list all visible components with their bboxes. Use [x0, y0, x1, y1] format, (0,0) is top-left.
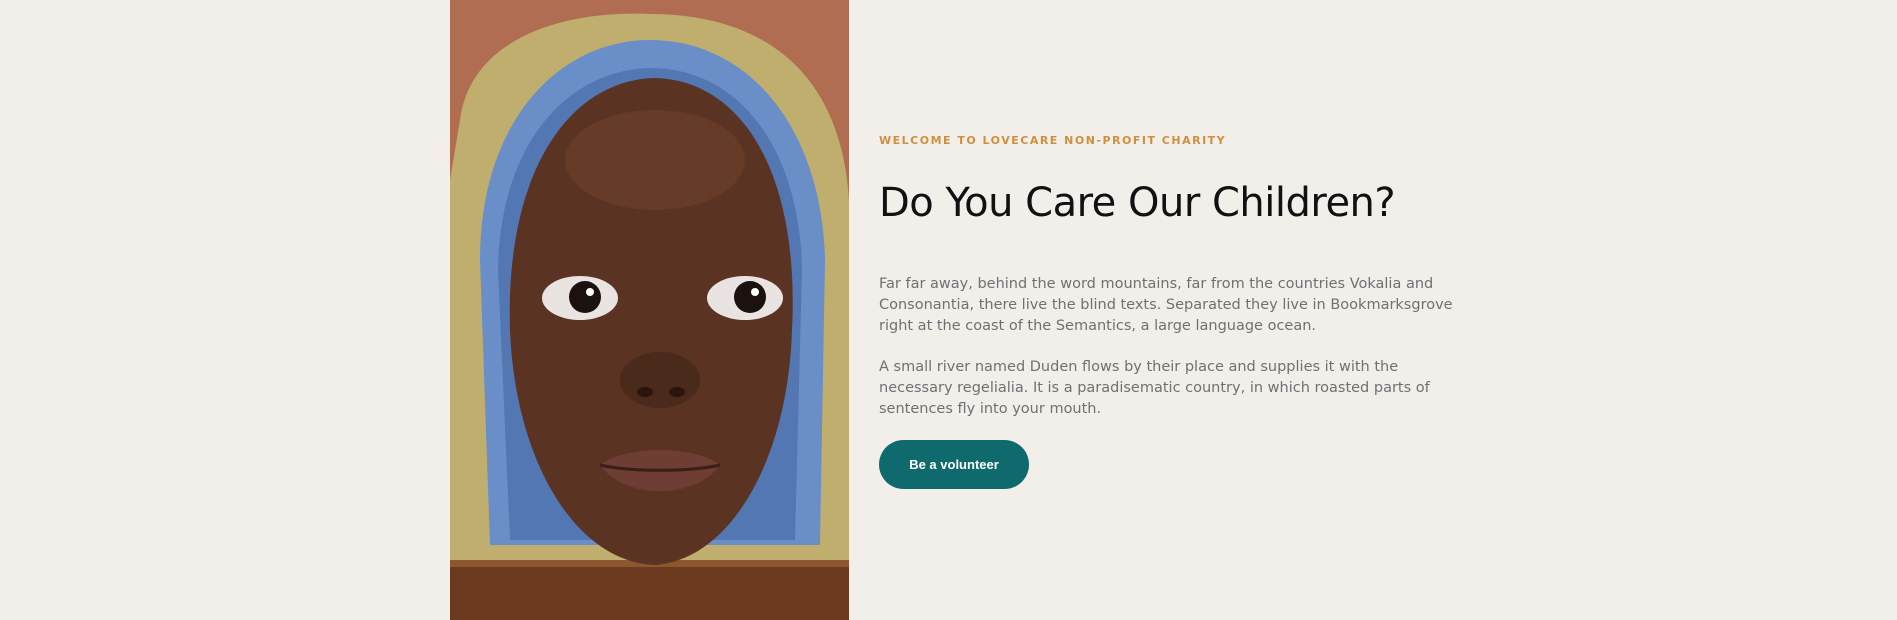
section-title: Do You Care Our Children? [879, 180, 1396, 226]
intro-paragraph: Far far away, behind the word mountains,… [879, 276, 1453, 334]
child-photo [450, 0, 849, 620]
volunteer-button[interactable]: Be a volunteer [879, 440, 1029, 489]
section-kicker: Welcome to Lovecare non-profit charity [879, 134, 1227, 147]
about-section: Welcome to Lovecare non-profit charity D… [879, 0, 1459, 620]
second-paragraph: A small river named Duden flows by their… [879, 359, 1430, 417]
